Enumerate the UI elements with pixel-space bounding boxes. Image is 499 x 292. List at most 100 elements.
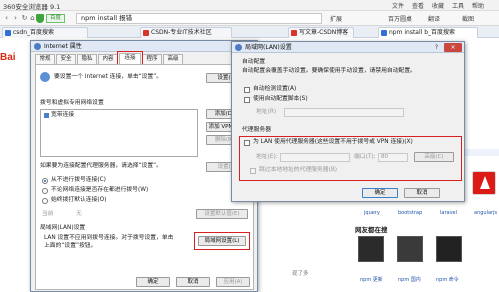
menu-favorites[interactable]: 收藏 (432, 1, 444, 10)
extension-button[interactable]: 扩展 (330, 14, 342, 23)
tab-label: CSDN-专业IT技术社区 (151, 29, 212, 36)
radio-always-dial-label[interactable]: 始终拨打默认连接(O) (51, 197, 106, 204)
angular-logo-icon (480, 176, 490, 189)
tab-label: npm install b_百度搜索 (389, 29, 456, 36)
use-proxy-label[interactable]: 为 LAN 使用代理服务器(这些设置不用于拨号或 VPN 连接)(X) (253, 139, 413, 146)
use-proxy-checkbox[interactable] (244, 140, 250, 146)
radio-dial-when-no-network-label[interactable]: 不论网络连接是否存在都进行拨号(W) (51, 187, 148, 194)
proxy-port-input[interactable]: 80 (378, 153, 408, 162)
internet-globe-icon (235, 44, 242, 51)
baidu-logo: Bai (0, 52, 16, 63)
dialog-title: 局域网(LAN)设置 (245, 44, 292, 51)
lan-cancel-button[interactable]: 取消 (404, 188, 440, 198)
lan-ok-button[interactable]: 确定 (362, 188, 398, 198)
internet-globe-icon (34, 43, 41, 50)
baidu-paw-icon (5, 30, 11, 36)
tab-security[interactable]: 安全 (56, 54, 76, 64)
lan-text-line-2: 上面的“设置”按钮。 (44, 243, 97, 249)
script-address-input[interactable] (284, 108, 404, 117)
radio-dial-when-no-network[interactable] (42, 188, 48, 194)
setup-text: 要设置一个 Internet 连接，单击“设置”。 (54, 74, 163, 80)
npm-cn-thumb[interactable] (397, 236, 423, 262)
url-input[interactable]: npm install 报错 (76, 13, 322, 24)
internet-properties-dialog: Internet 属性 常规 安全 隐私 内容 连接 程序 高级 要设置一个 I… (30, 40, 258, 292)
related-searches-title: 网友都在搜 (355, 226, 388, 234)
ok-button[interactable]: 确定 (136, 277, 170, 287)
menu-view[interactable]: 查看 (412, 1, 424, 10)
connection-item[interactable]: 宽带连接 (51, 112, 74, 119)
bypass-local-label[interactable]: 跳过本地地址的代理服务器(B) (259, 167, 337, 174)
tab-csdn-blog[interactable]: 写文章-CSDN博客 (288, 27, 354, 38)
tab-privacy[interactable]: 隐私 (77, 54, 97, 64)
csdn-icon (143, 30, 149, 36)
screenshot-button[interactable]: 截图 (462, 14, 474, 23)
thumb-label-angularjs[interactable]: angularjs (474, 210, 497, 216)
tab-npm-baidu[interactable]: npm install b_百度搜索 (378, 27, 478, 38)
bypass-local-checkbox[interactable] (250, 168, 256, 174)
dialog-title: Internet 属性 (44, 43, 82, 50)
translate-button[interactable]: 翻译 (428, 14, 440, 23)
thumb-label-jquery[interactable]: jquery (364, 210, 380, 216)
advanced-button[interactable]: 高级(C) (414, 152, 454, 162)
tab-general[interactable]: 常规 (35, 54, 55, 64)
browser-title: 360安全浏览器 9.1 (3, 3, 61, 11)
radio-never-dial-label[interactable]: 从不进行拨号连接(C) (51, 177, 106, 184)
menu-help[interactable]: 帮助 (472, 1, 484, 10)
connections-tab-highlight (117, 51, 143, 65)
radio-never-dial[interactable] (42, 178, 48, 184)
apply-button[interactable]: 应用(A) (216, 277, 250, 287)
tab-programs[interactable]: 程序 (142, 54, 162, 64)
address-bar-row: ‹ › ↻ ⌂ 百度 npm install 报错 扩展 百万圆桌 翻译 截图 (0, 11, 499, 26)
bottom-label-npm-update[interactable]: npm 更新 (360, 276, 383, 283)
auto-detect-checkbox[interactable] (244, 87, 250, 93)
auto-detect-label[interactable]: 自动检测设置(A) (253, 86, 296, 93)
angularjs-thumb[interactable] (472, 171, 496, 195)
thumb-label-bootstrap[interactable]: bootstrap (398, 210, 422, 216)
security-shield-icon (36, 14, 44, 23)
radio-always-dial[interactable] (42, 198, 48, 204)
npm-update-thumb[interactable] (358, 236, 384, 262)
proxy-note: 如果要为连接配置代理服务器，请选择“设置”。 (40, 163, 162, 169)
help-icon[interactable]: ? (432, 43, 441, 52)
bottom-label-npm-cmd[interactable]: npm 命令 (436, 276, 459, 283)
connection-list[interactable]: 宽带连接 (40, 109, 198, 157)
set-default-button[interactable]: 设置默认值(E) (196, 209, 248, 219)
lan-text-line-1: LAN 设置不应用到拨号连接。对于拨号设置，单击 (44, 235, 174, 241)
internet-properties-titlebar: Internet 属性 (31, 41, 257, 52)
use-script-label[interactable]: 使用自动配置脚本(S) (253, 96, 308, 103)
back-icon[interactable]: ‹ (2, 14, 11, 23)
tab-advanced[interactable]: 高级 (163, 54, 183, 64)
lan-settings-titlebar: 局域网(LAN)设置 (232, 42, 464, 53)
roundtable-button[interactable]: 百万圆桌 (388, 14, 412, 23)
site-badge: 百度 (46, 14, 66, 23)
auto-config-heading: 自动配置 (242, 59, 266, 65)
close-icon[interactable]: × (444, 43, 462, 52)
menu-tools[interactable]: 工具 (452, 1, 464, 10)
script-address-label: 地址(R) (256, 109, 277, 115)
current-value: 无 (76, 211, 82, 217)
thumb-label-laravel[interactable]: laravel (440, 210, 457, 216)
use-script-checkbox[interactable] (244, 97, 250, 103)
baidu-paw-icon (381, 30, 387, 36)
tab-csdn-home[interactable]: CSDN-专业IT技术社区 (140, 27, 232, 38)
proxy-port-label: 端口(T): (354, 154, 376, 160)
cancel-button[interactable]: 取消 (176, 277, 210, 287)
browser-titlebar: 360安全浏览器 9.1 文件 查看 收藏 工具 帮助 (0, 0, 499, 11)
lan-settings-dialog: 局域网(LAN)设置 ? × 自动配置 自动配置会覆盖手动设置。要确保使用手动设… (231, 41, 465, 202)
lan-heading: 局域网(LAN)设置 (40, 225, 86, 231)
auto-config-description: 自动配置会覆盖手动设置。要确保使用手动设置，请禁用自动配置。 (242, 68, 416, 74)
menu-file[interactable]: 文件 (392, 1, 404, 10)
tab-bar: csdn_百度搜索 CSDN-专业IT技术社区 写文章-CSDN博客 npm i… (0, 26, 499, 38)
network-globe-icon (40, 72, 50, 82)
proxy-address-input[interactable] (280, 153, 350, 162)
forward-icon[interactable]: › (11, 14, 20, 23)
tab-content[interactable]: 内容 (98, 54, 118, 64)
bottom-label-npm-cn[interactable]: npm 国内 (398, 276, 421, 283)
lan-settings-highlight (194, 232, 250, 250)
proxy-address-label: 地址(E): (256, 154, 278, 160)
connections-panel: 要设置一个 Internet 连接，单击“设置”。 设置(U) 拨号和虚拟专用网… (35, 64, 254, 290)
npm-cmd-thumb[interactable] (436, 236, 462, 262)
tab-csdn-baidu[interactable]: csdn_百度搜索 (2, 27, 88, 38)
proxy-heading: 代理服务器 (242, 127, 271, 133)
tab-label: 写文章-CSDN博客 (299, 29, 349, 36)
